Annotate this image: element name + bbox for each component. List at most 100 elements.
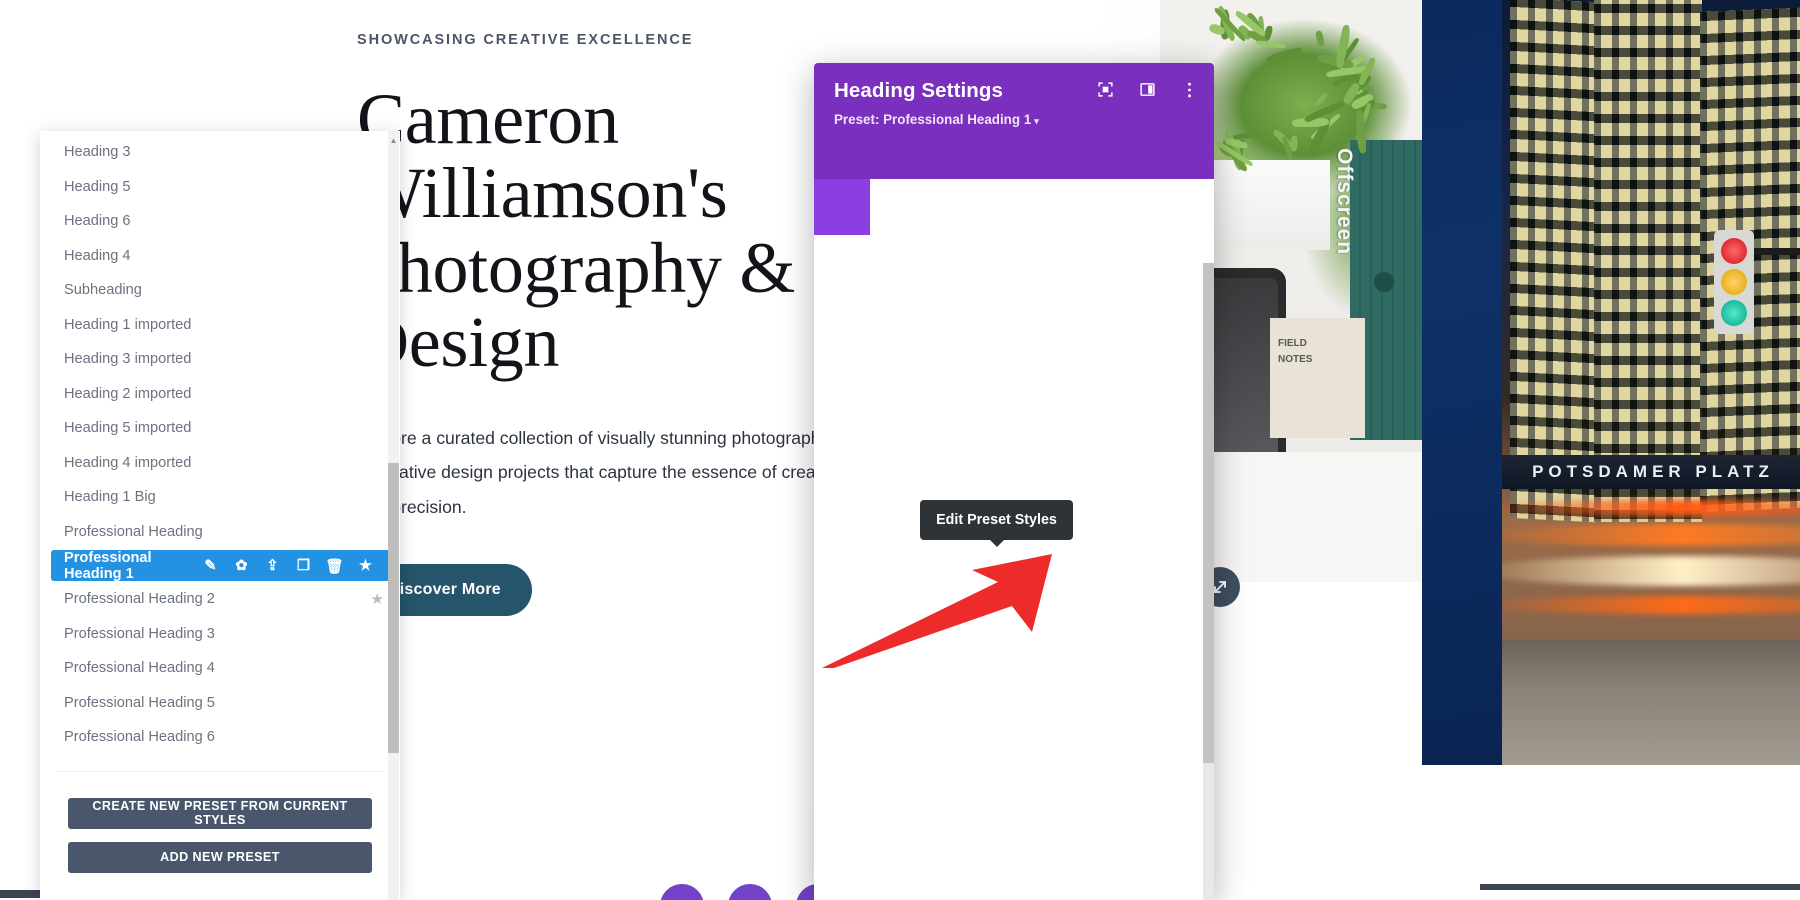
preset-item-label: Heading 4 [64, 247, 131, 264]
preset-item-label: Professional Heading 1 [64, 549, 152, 582]
preset-list-item[interactable]: Heading 4 [40, 239, 400, 274]
traffic-red-lamp [1721, 237, 1747, 264]
building-left [1510, 0, 1596, 523]
preset-item-label: Professional Heading 4 [64, 660, 215, 677]
kebab-menu-icon[interactable] [1179, 79, 1200, 100]
preset-item-label: Heading 3 [64, 144, 131, 161]
focus-target-icon[interactable] [1095, 79, 1116, 100]
preset-list-item[interactable]: Professional Heading 1 ✎ ✿ ⇪ ❐ 🗑 ★ [51, 549, 390, 582]
annotation-arrow-icon [822, 554, 1052, 668]
preset-list: Heading 3 Heading 5 Heading 6 Heading 4 Subh… [40, 131, 400, 755]
duplicate-preset-icon[interactable]: ❐ [295, 557, 312, 574]
preset-list-item[interactable]: Heading 5 imported [40, 411, 400, 446]
traffic-light-arm [1754, 248, 1800, 255]
preset-list-item[interactable]: Heading 4 imported [40, 446, 400, 481]
street-surface [1502, 640, 1800, 765]
preset-item-label: Heading 5 [64, 178, 131, 195]
preset-item-label: Subheading [64, 282, 142, 299]
dock-button-1[interactable] [660, 884, 704, 900]
preset-list-item[interactable]: Heading 1 imported [40, 308, 400, 343]
image-collage: Offscreen FIELD NOTES POTSDAMER PLATZ [1160, 0, 1800, 865]
preset-list-item[interactable]: Heading 5 [40, 170, 400, 205]
layout-columns-icon[interactable] [1137, 79, 1158, 100]
preset-list-item[interactable]: Heading 2 imported [40, 377, 400, 412]
modal-scrollbar-thumb[interactable] [1203, 263, 1214, 763]
traffic-light [1714, 230, 1754, 334]
heading-settings-modal: Heading Settings Preset: Professional He… [814, 63, 1214, 900]
plant-leaf [1290, 134, 1299, 152]
door-knob [1374, 272, 1394, 292]
preset-list-item[interactable]: Professional Heading 4 [40, 651, 400, 686]
plant-leaf [1314, 29, 1325, 47]
preset-selector-label: Preset: Professional Heading 1 [834, 112, 1032, 127]
chevron-down-icon: ▾ [1034, 116, 1039, 126]
edit-preset-styles-icon[interactable]: ✎ [202, 557, 219, 574]
preset-item-label: Professional Heading 2 [64, 591, 215, 608]
notebook-line-1: FIELD [1278, 338, 1307, 349]
preset-list-item[interactable]: Professional Heading 5 [40, 686, 400, 721]
tooltip: Edit Preset Styles [920, 500, 1073, 540]
preset-list-item[interactable]: Heading 3 imported [40, 342, 400, 377]
preset-item-label: Heading 5 imported [64, 420, 192, 437]
preset-dropdown-scroll-area: Heading 3 Heading 5 Heading 6 Heading 4 Subh… [40, 131, 400, 900]
preset-item-label: Heading 1 imported [64, 316, 192, 333]
preset-selector[interactable]: Preset: Professional Heading 1 ▾ [834, 112, 1194, 127]
page-title: Cameron Williamson's Photography & Desig… [357, 79, 796, 382]
preset-dropdown: Heading 3 Heading 5 Heading 6 Heading 4 Subh… [40, 131, 400, 900]
notebook-line-2: NOTES [1278, 354, 1313, 365]
preset-item-label: Professional Heading 5 [64, 694, 215, 711]
default-preset-star-icon[interactable]: ★ [371, 590, 384, 608]
preset-row-actions: ✎ ✿ ⇪ ❐ 🗑 ★ [202, 557, 374, 575]
preset-list-item[interactable]: Subheading [40, 273, 400, 308]
preset-item-label: Heading 3 imported [64, 351, 192, 368]
preset-item-label: Heading 6 [64, 213, 131, 230]
preset-item-label: Professional Heading [64, 523, 203, 540]
preset-list-item[interactable]: Heading 1 Big [40, 480, 400, 515]
modal-header-icons [1095, 79, 1200, 100]
preset-item-label: Professional Heading 6 [64, 729, 215, 746]
building-center [1594, 0, 1702, 522]
notebook: FIELD NOTES [1270, 318, 1365, 438]
create-new-preset-button[interactable]: CREATE NEW PRESET FROM CURRENT STYLES [68, 797, 372, 829]
preset-list-item[interactable]: Professional Heading 3 [40, 617, 400, 652]
preset-list-item[interactable]: Heading 6 [40, 204, 400, 239]
editor-dock[interactable] [660, 884, 840, 900]
modal-tab-accent [814, 179, 870, 235]
hero-paragraph: Explore a curated collection of visually… [357, 427, 864, 517]
export-preset-icon[interactable]: ⇪ [264, 557, 281, 574]
plant-leaf [1333, 74, 1350, 88]
light-trail-1 [1502, 500, 1800, 516]
modal-header: Heading Settings Preset: Professional He… [814, 63, 1214, 179]
preset-list-item[interactable]: Heading 3 [40, 135, 400, 170]
preset-item-label: Professional Heading 3 [64, 625, 215, 642]
light-trail-3 [1502, 556, 1800, 586]
potsdamer-platz-sign: POTSDAMER PLATZ [1502, 455, 1800, 489]
preset-list-item[interactable]: Professional Heading [40, 515, 400, 550]
light-trail-4 [1502, 596, 1800, 614]
preset-item-label: Heading 4 imported [64, 454, 192, 471]
traffic-yellow-lamp [1721, 268, 1747, 295]
delete-preset-icon[interactable]: 🗑 [325, 557, 344, 575]
preset-list-divider [56, 770, 384, 772]
preset-list-item[interactable]: Professional Heading 6 [40, 720, 400, 755]
hero-content: SHOWCASING CREATIVE EXCELLENCE Cameron W… [357, 30, 877, 616]
set-default-star-icon[interactable]: ★ [357, 557, 374, 574]
dock-button-2[interactable] [728, 884, 772, 900]
hero-eyebrow: SHOWCASING CREATIVE EXCELLENCE [357, 32, 694, 48]
add-new-preset-button[interactable]: ADD NEW PRESET [68, 841, 372, 873]
preset-scrollbar-thumb[interactable] [388, 463, 399, 753]
editor-bottom-bar-right [1480, 884, 1800, 890]
scroll-up-arrow-icon[interactable]: ▲ [388, 133, 399, 147]
plant-leaf [1265, 46, 1304, 65]
traffic-green-lamp [1721, 300, 1747, 327]
modal-scrollbar-track[interactable] [1203, 263, 1214, 900]
collage-image-blue-panel [1422, 0, 1502, 765]
preset-item-label: Heading 2 imported [64, 385, 192, 402]
preset-list-item[interactable]: Professional Heading 2 ★ [40, 582, 400, 617]
preset-item-label: Heading 1 Big [64, 489, 156, 506]
screenshot-root: SHOWCASING CREATIVE EXCELLENCE Cameron W… [0, 0, 1800, 900]
light-trail-2 [1502, 524, 1800, 546]
preset-settings-gear-icon[interactable]: ✿ [233, 557, 250, 574]
collage-image-potsdamer-platz: POTSDAMER PLATZ [1502, 0, 1800, 765]
plant-leaf [1232, 131, 1264, 140]
